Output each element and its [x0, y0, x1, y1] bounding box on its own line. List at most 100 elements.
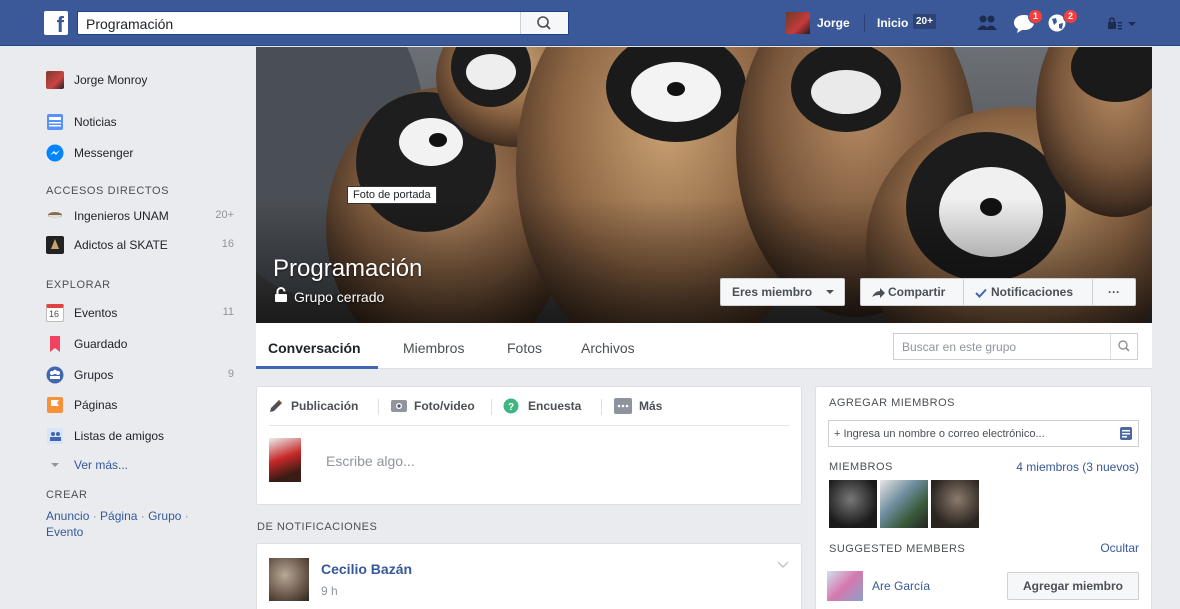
divider [378, 399, 379, 415]
notifications-button[interactable]: Notificaciones [963, 278, 1093, 306]
share-button[interactable]: Compartir [860, 278, 964, 306]
composer-tab-poll[interactable]: Encuesta [528, 399, 581, 413]
sidebar-item-label: Messenger [74, 146, 134, 160]
sidebar-item-groups[interactable]: Grupos 9 [44, 365, 240, 385]
active-tab-indicator [256, 366, 378, 369]
more-options-button[interactable]: ··· [1092, 278, 1136, 306]
messenger-icon [46, 144, 64, 162]
pencil-icon [270, 400, 282, 412]
add-members-input[interactable]: + Ingresa un nombre o correo electrónico… [828, 420, 1139, 447]
create-group-link[interactable]: Grupo [148, 509, 181, 523]
create-page-link[interactable]: Página [100, 509, 137, 523]
facebook-logo-icon[interactable]: f [44, 11, 68, 35]
composer-input[interactable]: Escribe algo... [326, 453, 415, 469]
add-members-title: AGREGAR MIEMBROS [829, 397, 955, 409]
group-privacy: Grupo cerrado [294, 289, 385, 305]
member-avatar[interactable] [931, 480, 979, 528]
group-sidebar-panel: AGREGAR MIEMBROS + Ingresa un nombre o c… [815, 386, 1152, 609]
sidebar-item-pages[interactable]: Páginas [44, 395, 240, 415]
search-button[interactable] [520, 12, 568, 34]
sidebar-item-saved[interactable]: Guardado [44, 334, 240, 354]
share-arrow-icon [872, 288, 885, 298]
checkmark-icon [975, 288, 987, 298]
post-timestamp[interactable]: 9 h [321, 584, 338, 598]
group-title[interactable]: Programación [273, 255, 422, 283]
sidebar-item-label: Listas de amigos [74, 429, 165, 443]
bookmark-icon [50, 336, 60, 352]
member-status-button[interactable]: Eres miembro [720, 278, 845, 306]
hide-suggestions-link[interactable]: Ocultar [1100, 541, 1139, 555]
shortcuts-heading: ACCESOS DIRECTOS [46, 185, 170, 197]
pages-flag-icon [47, 397, 63, 413]
member-avatar[interactable] [880, 480, 928, 528]
messages-badge: 1 [1028, 9, 1044, 24]
search-box[interactable]: Programación [77, 11, 569, 35]
post-author-name[interactable]: Cecilio Bazán [321, 561, 412, 577]
sidebar-item-label: Noticias [74, 115, 117, 129]
skate-group-icon [46, 236, 64, 254]
search-icon [537, 16, 551, 30]
notifications-badge: 2 [1063, 9, 1079, 24]
group-search-input[interactable]: Buscar en este grupo [893, 333, 1138, 360]
sidebar-item-count: 16 [221, 238, 234, 250]
composer-tab-post[interactable]: Publicación [291, 399, 358, 413]
search-input[interactable]: Programación [86, 16, 173, 32]
sidebar-item-messenger[interactable]: Messenger [44, 143, 240, 163]
composer-tab-more[interactable]: Más [639, 399, 662, 413]
home-link[interactable]: Inicio [877, 16, 908, 30]
separator: · [181, 509, 189, 523]
post-composer: Publicación Foto/video ? Encuesta Más Es… [256, 386, 802, 505]
feed-section-title: DE NOTIFICACIONES [257, 521, 378, 533]
calendar-icon: 16 [46, 304, 64, 322]
tab-members[interactable]: Miembros [403, 340, 464, 356]
sidebar-item-events[interactable]: 16 Eventos 11 [44, 303, 240, 323]
sidebar-item-ingenieros-unam[interactable]: Ingenieros UNAM 20+ [44, 206, 240, 226]
suggested-member-name[interactable]: Are García [872, 579, 930, 593]
sidebar-item-count: 9 [227, 368, 234, 380]
see-more-link[interactable]: Ver más... [44, 455, 240, 475]
tab-files[interactable]: Archivos [581, 340, 635, 356]
chevron-down-icon[interactable] [777, 561, 789, 569]
share-label: Compartir [888, 285, 946, 299]
member-avatar[interactable] [829, 480, 877, 528]
explore-heading: EXPLORAR [46, 279, 111, 291]
friend-requests-icon[interactable] [976, 13, 998, 33]
tab-photos[interactable]: Fotos [507, 340, 542, 356]
group-search-button[interactable] [1110, 334, 1137, 359]
divider [601, 399, 602, 415]
sidebar-item-label: Grupos [74, 368, 114, 382]
settings-menu-icon[interactable] [1107, 16, 1143, 30]
friend-lists-icon [47, 428, 63, 444]
group-search-placeholder: Buscar en este grupo [902, 340, 1017, 354]
composer-tab-photo-video[interactable]: Foto/video [414, 399, 475, 413]
chevron-down-icon [826, 290, 834, 294]
coffee-group-icon [48, 212, 62, 219]
tab-conversation[interactable]: Conversación [268, 340, 361, 356]
sidebar-item-adictos-al-skate[interactable]: Adictos al SKATE 16 [44, 235, 240, 255]
sidebar-item-profile[interactable]: Jorge Monroy [44, 70, 240, 90]
calendar-day: 16 [49, 309, 60, 319]
sidebar-item-news-feed[interactable]: Noticias [44, 112, 240, 132]
sidebar-item-label: Jorge Monroy [74, 73, 148, 87]
profile-link[interactable]: Jorge [817, 16, 850, 30]
post-author-avatar[interactable] [269, 558, 309, 601]
svg-text:?: ? [508, 402, 514, 413]
home-count-badge: 20+ [913, 14, 936, 29]
member-status-label: Eres miembro [732, 285, 813, 299]
suggested-member-avatar[interactable] [827, 571, 863, 601]
sidebar-item-friend-lists[interactable]: Listas de amigos [44, 426, 240, 446]
create-event-link[interactable]: Evento [46, 525, 83, 539]
create-ad-link[interactable]: Anuncio [46, 509, 89, 523]
add-member-button[interactable]: Agregar miembro [1007, 572, 1139, 600]
user-avatar[interactable] [786, 12, 810, 34]
create-links: Anuncio · Página · Grupo · Evento [46, 508, 216, 540]
create-heading: CREAR [46, 489, 88, 501]
divider [491, 399, 492, 415]
members-count-link[interactable]: 4 miembros (3 nuevos) [1016, 460, 1139, 474]
sidebar-item-label: Eventos [74, 306, 118, 320]
suggested-members-title: SUGGESTED MEMBERS [829, 543, 966, 555]
user-avatar [46, 71, 64, 89]
sidebar-item-label: Páginas [74, 398, 118, 412]
divider [269, 425, 789, 426]
contact-list-icon[interactable] [1120, 427, 1132, 440]
